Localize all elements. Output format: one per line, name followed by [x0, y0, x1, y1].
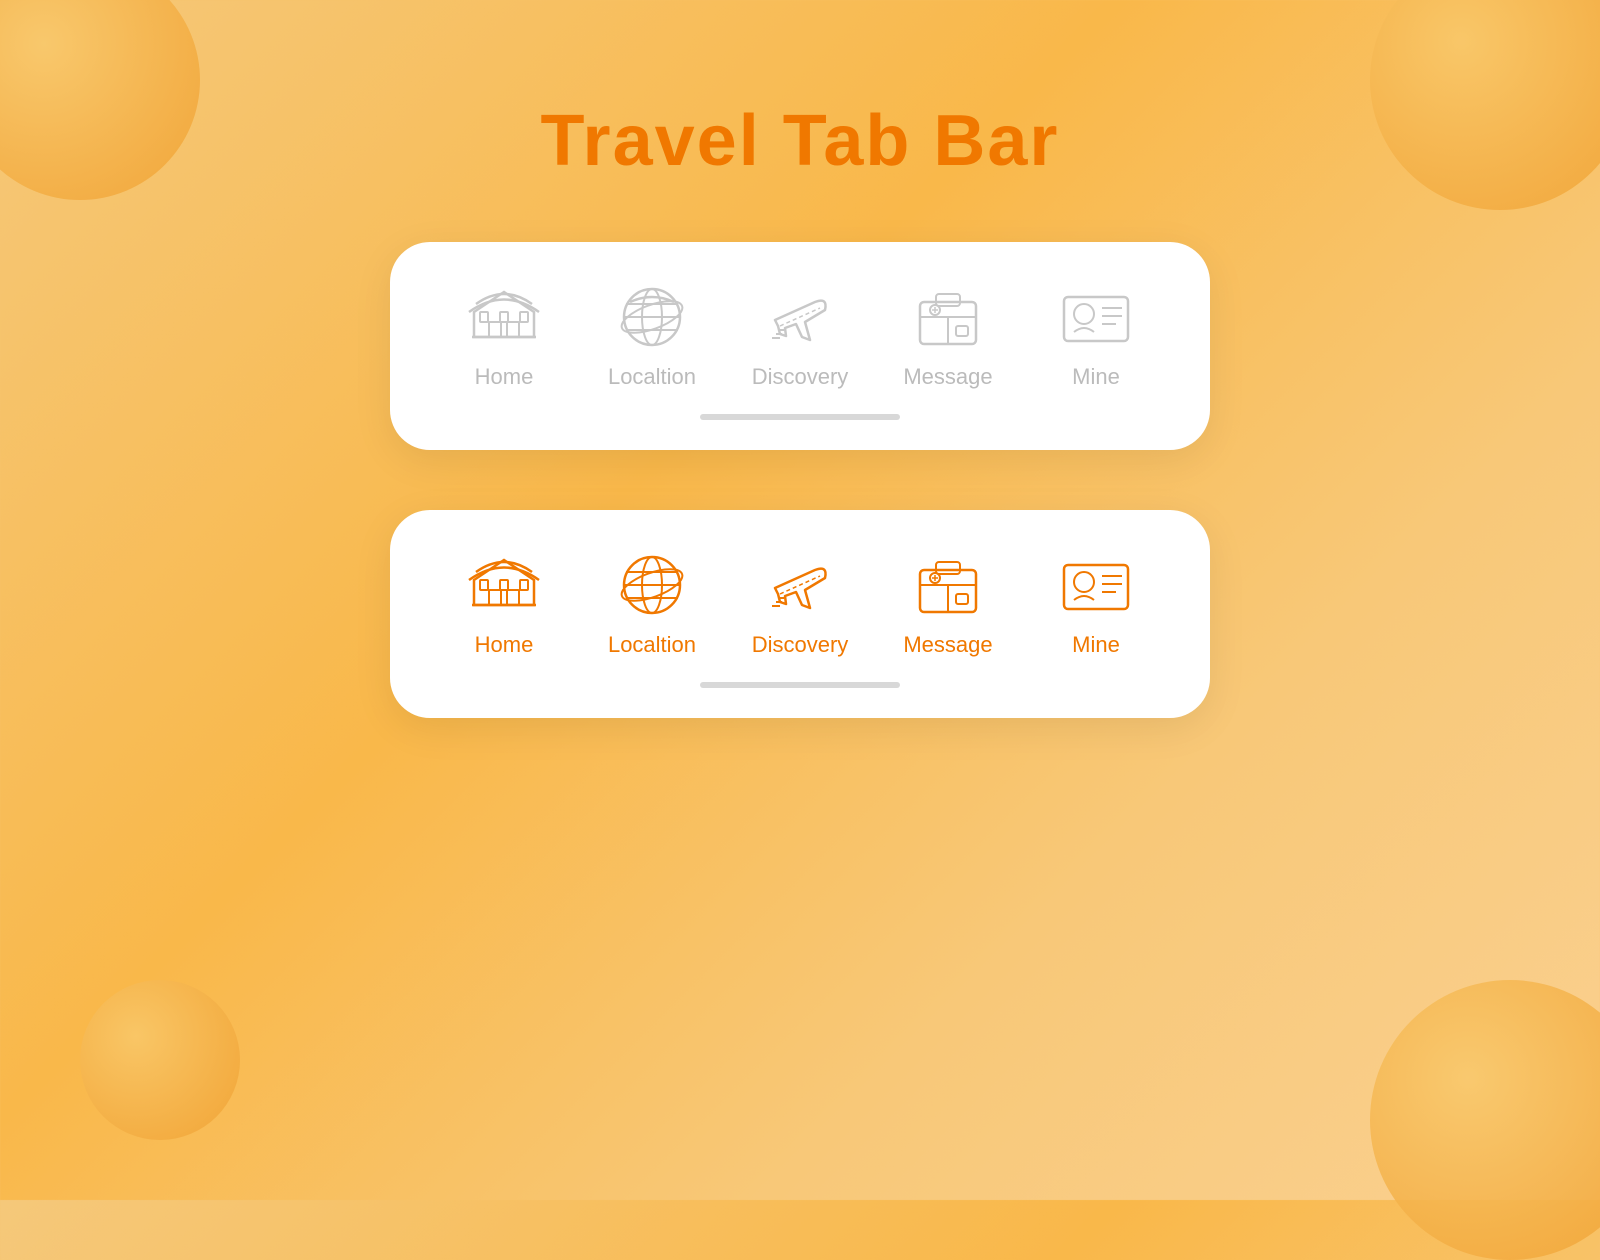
- mine-icon-inactive: [1056, 282, 1136, 352]
- location-icon-inactive: [612, 282, 692, 352]
- home-indicator-inactive: [700, 414, 900, 420]
- tab-item-message-inactive[interactable]: Message: [888, 282, 1008, 390]
- decorative-circle-br: [1370, 980, 1600, 1260]
- tab-item-mine-inactive[interactable]: Mine: [1036, 282, 1156, 390]
- message-icon-active: [908, 550, 988, 620]
- tab-bar-active: Home Localtion: [390, 510, 1210, 718]
- tab-label-location-active: Localtion: [608, 632, 696, 658]
- discovery-icon-inactive: [760, 282, 840, 352]
- tab-item-discovery-active[interactable]: Discovery: [740, 550, 860, 658]
- tab-item-mine-active[interactable]: Mine: [1036, 550, 1156, 658]
- home-icon-active: [464, 550, 544, 620]
- tab-label-message-inactive: Message: [903, 364, 992, 390]
- tab-item-message-active[interactable]: Message: [888, 550, 1008, 658]
- page-content: Travel Tab Bar Home: [0, 0, 1600, 718]
- tab-label-discovery-inactive: Discovery: [752, 364, 849, 390]
- tab-item-home-active[interactable]: Home: [444, 550, 564, 658]
- tab-label-location-inactive: Localtion: [608, 364, 696, 390]
- message-icon-inactive: [908, 282, 988, 352]
- tab-label-message-active: Message: [903, 632, 992, 658]
- decorative-circle-bl: [80, 980, 240, 1140]
- tab-bar-items-inactive: Home Localtion: [410, 282, 1190, 390]
- tab-label-mine-inactive: Mine: [1072, 364, 1120, 390]
- mine-icon-active: [1056, 550, 1136, 620]
- tab-item-location-inactive[interactable]: Localtion: [592, 282, 712, 390]
- tab-item-location-active[interactable]: Localtion: [592, 550, 712, 658]
- tab-label-discovery-active: Discovery: [752, 632, 849, 658]
- tab-label-mine-active: Mine: [1072, 632, 1120, 658]
- home-indicator-active: [700, 682, 900, 688]
- tab-bar-items-active: Home Localtion: [410, 550, 1190, 658]
- home-icon: [464, 282, 544, 352]
- page-title: Travel Tab Bar: [541, 100, 1060, 182]
- tab-bar-inactive: Home Localtion: [390, 242, 1210, 450]
- tab-item-home-inactive[interactable]: Home: [444, 282, 564, 390]
- tab-label-home-active: Home: [475, 632, 534, 658]
- tab-item-discovery-inactive[interactable]: Discovery: [740, 282, 860, 390]
- discovery-icon-active: [760, 550, 840, 620]
- tab-label-home-inactive: Home: [475, 364, 534, 390]
- location-icon-active: [612, 550, 692, 620]
